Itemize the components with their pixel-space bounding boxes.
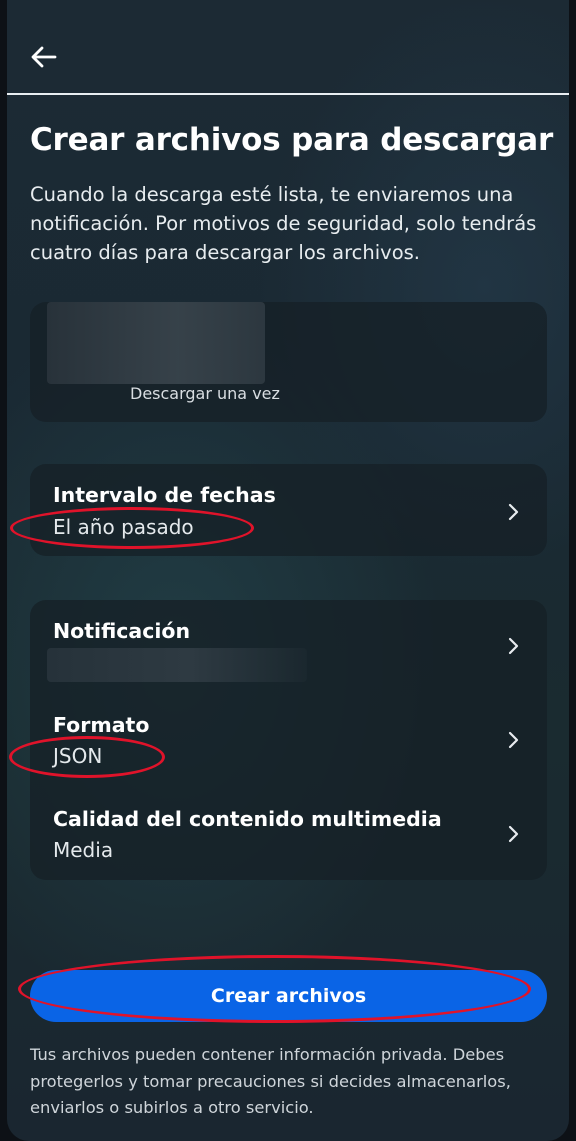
account-subtitle: Descargar una vez <box>130 384 280 403</box>
date-range-label: Intervalo de fechas <box>53 483 276 507</box>
media-quality-value: Media <box>53 838 114 862</box>
notification-row[interactable]: Notificación <box>30 600 547 692</box>
redacted-account-info <box>47 302 265 384</box>
date-range-card: Intervalo de fechas El año pasado <box>30 464 547 556</box>
chevron-right-icon <box>508 731 519 749</box>
format-row[interactable]: Formato JSON <box>30 694 547 786</box>
format-label: Formato <box>53 713 150 737</box>
options-card: Notificación Formato JSON Calidad del co… <box>30 600 547 880</box>
top-bar <box>7 0 569 95</box>
media-quality-label: Calidad del contenido multimedia <box>53 807 442 831</box>
account-card: Descargar una vez <box>30 302 547 422</box>
date-range-row[interactable]: Intervalo de fechas El año pasado <box>30 464 547 556</box>
notification-label: Notificación <box>53 619 191 643</box>
export-sheet: Crear archivos para descargar Cuando la … <box>7 0 569 1141</box>
date-range-value: El año pasado <box>53 515 194 539</box>
chevron-right-icon <box>508 637 519 655</box>
create-files-button[interactable]: Crear archivos <box>30 970 547 1022</box>
privacy-notice: Tus archivos pueden contener información… <box>30 1045 511 1117</box>
arrow-left-icon <box>31 46 57 68</box>
page-description: Cuando la descarga esté lista, te enviar… <box>30 183 537 264</box>
header-divider <box>7 93 569 95</box>
chevron-right-icon <box>508 503 519 521</box>
page-title: Crear archivos para descargar <box>30 122 554 158</box>
back-button[interactable] <box>25 38 63 76</box>
format-value: JSON <box>53 744 103 768</box>
chevron-right-icon <box>508 825 519 843</box>
media-quality-row[interactable]: Calidad del contenido multimedia Media <box>30 788 547 880</box>
redacted-notification-value <box>47 648 307 682</box>
